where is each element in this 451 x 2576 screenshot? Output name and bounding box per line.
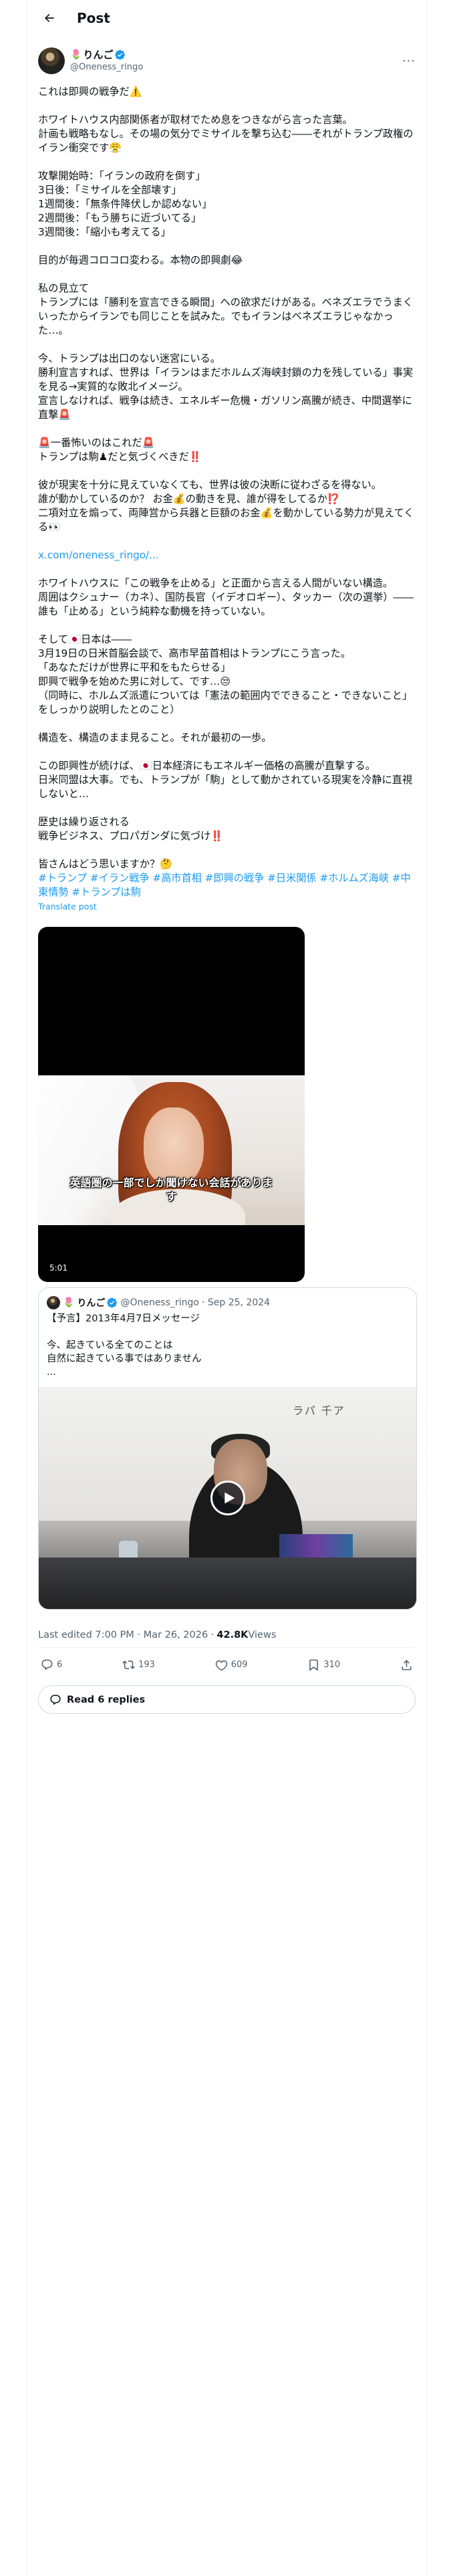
post-paragraph: 🚨一番怖いのはこれだ🚨 トランプは駒♟だと気づくべきだ‼️: [38, 437, 202, 463]
reply-icon: [41, 1659, 53, 1670]
quoted-author-handle: @Oneness_ringo: [120, 1297, 199, 1308]
play-icon: [224, 1492, 235, 1504]
quoted-video-thumbnail[interactable]: ラパ 千ア: [39, 1387, 416, 1609]
hashtags[interactable]: #トランプ #イラン戦争 #高市首相 #即興の戦争 #日米関係 #ホルムズ海峡 …: [38, 871, 416, 899]
avatar[interactable]: [38, 47, 65, 74]
post-paragraph: ホワイトハウスに「この戦争を止める」と正面から言える人間がいない構造。 周囲はク…: [38, 577, 414, 617]
page-title: Post: [77, 9, 110, 26]
verified-badge-icon: [107, 1297, 118, 1308]
like-button[interactable]: 609: [215, 1658, 248, 1671]
post-paragraph: 目的が毎週コロコロ変わる。本物の即興劇😂: [38, 254, 243, 266]
arrow-left-icon: [45, 13, 54, 22]
repost-button[interactable]: 193: [122, 1658, 155, 1671]
quoted-post[interactable]: 🌷 りんご @Oneness_ringo · Sep 25, 2024 【予言】…: [38, 1287, 417, 1610]
bookmark-icon: [309, 1659, 319, 1671]
reply-icon: [50, 1695, 61, 1705]
video-player[interactable]: 英語圏の一部でしか聞けない会話がありま す 5:01: [38, 927, 305, 1282]
flower-icon: 🌷: [63, 1297, 75, 1308]
flower-icon: 🌷: [70, 49, 82, 60]
reply-button[interactable]: 6: [41, 1658, 62, 1671]
views-label: Views: [248, 1630, 277, 1640]
post-meta: Last edited 7:00 PM · Mar 26, 2026 · 42.…: [27, 1610, 426, 1647]
share-icon: [402, 1659, 412, 1670]
quoted-post-date: · Sep 25, 2024: [202, 1297, 271, 1308]
video-duration: 5:01: [46, 1262, 71, 1274]
heart-icon: [215, 1660, 227, 1671]
quoted-post-text: 【予言】2013年4月7日メッセージ 今、起きている全てのことは 自然に起きてい…: [47, 1313, 202, 1378]
post-paragraph: 彼が現実を十分に見えていなくても、世界は彼の決断に従わざるを得ない。 誰が動かし…: [38, 479, 414, 533]
repost-count: 193: [138, 1659, 155, 1670]
share-button[interactable]: [400, 1658, 413, 1671]
video-subtitle: 英語圏の一部でしか聞けない会話がありま す: [69, 1176, 273, 1203]
post-link[interactable]: x.com/oneness_ringo/...: [38, 548, 416, 562]
post-paragraph: 攻撃開始時：「イランの政府を倒す」 3日後：「ミサイルを全部壊す」 1週間後：「…: [38, 170, 212, 238]
post-body: これは即興の戦争だ⚠️ ホワイトハウス内部関係者が取材でため息をつきながら言った…: [27, 78, 426, 914]
back-button[interactable]: [38, 7, 61, 29]
read-replies-label: Read 6 replies: [67, 1694, 146, 1705]
quoted-post-header: 🌷 りんご @Oneness_ringo · Sep 25, 2024: [39, 1288, 416, 1309]
post-paragraph: 私の見立て トランプには「勝利を宣言できる瞬間」への欲求だけがある。ベネズエラで…: [38, 282, 414, 336]
reply-count: 6: [57, 1659, 63, 1670]
post-paragraph: 構造を、構造のまま見ること。それが最初の一歩。: [38, 732, 272, 744]
post-paragraph: これは即興の戦争だ⚠️: [38, 86, 142, 98]
whiteboard-text: ラパ 千ア: [293, 1404, 345, 1417]
more-options-icon[interactable]: ···: [402, 54, 416, 68]
quoted-avatar: [47, 1296, 60, 1309]
action-bar: 6 193 609 310: [38, 1647, 416, 1681]
author-name[interactable]: りんご: [83, 48, 113, 62]
post-paragraph: 皆さんはどう思いますか？🤔: [38, 858, 173, 870]
author-names: 🌷 りんご @Oneness_ringo: [70, 48, 143, 74]
like-count: 609: [231, 1659, 248, 1670]
read-replies-button[interactable]: Read 6 replies: [38, 1685, 416, 1714]
quoted-author-name: りんご: [77, 1298, 106, 1309]
translate-post-link[interactable]: Translate post: [38, 899, 416, 914]
author-handle[interactable]: @Oneness_ringo: [70, 62, 143, 74]
post-paragraph: この即興性が続けば、🇯🇵日本経済にもエネルギー価格の高騰が直撃する。 日米同盟は…: [38, 760, 413, 800]
author-row: 🌷 りんご @Oneness_ringo ···: [27, 35, 426, 78]
post-paragraph: ホワイトハウス内部関係者が取材でため息をつきながら言った言葉。 計画も戦略もなし…: [38, 114, 414, 154]
top-bar: Post: [27, 0, 426, 35]
bookmark-button[interactable]: 310: [307, 1658, 340, 1671]
video-frame: 英語圏の一部でしか聞けない会話がありま す: [38, 1075, 305, 1225]
views-count: 42.8K: [216, 1630, 249, 1640]
verified-badge-icon: [115, 49, 126, 60]
repost-icon: [122, 1660, 135, 1669]
bookmark-count: 310: [323, 1659, 341, 1670]
post-paragraph: 歴史は繰り返される 戦争ビジネス、プロパガンダに気づけ‼️: [38, 816, 224, 842]
main-column: Post 🌷 りんご @Oneness_ringo ··· これは即興の戦争だ⚠…: [27, 0, 427, 2576]
post-paragraph: 今、トランプは出口のない迷宮にいる。 勝利宣言すれば、世界は「イランはまだホルム…: [38, 352, 414, 421]
post-paragraph: そして🇯🇵日本は―― 3月19日の日米首脳会談で、高市早苗首相はトランプにこう言…: [38, 633, 413, 716]
play-button[interactable]: [210, 1481, 245, 1515]
edited-timestamp[interactable]: Last edited 7:00 PM · Mar 26, 2026 ·: [38, 1630, 214, 1640]
